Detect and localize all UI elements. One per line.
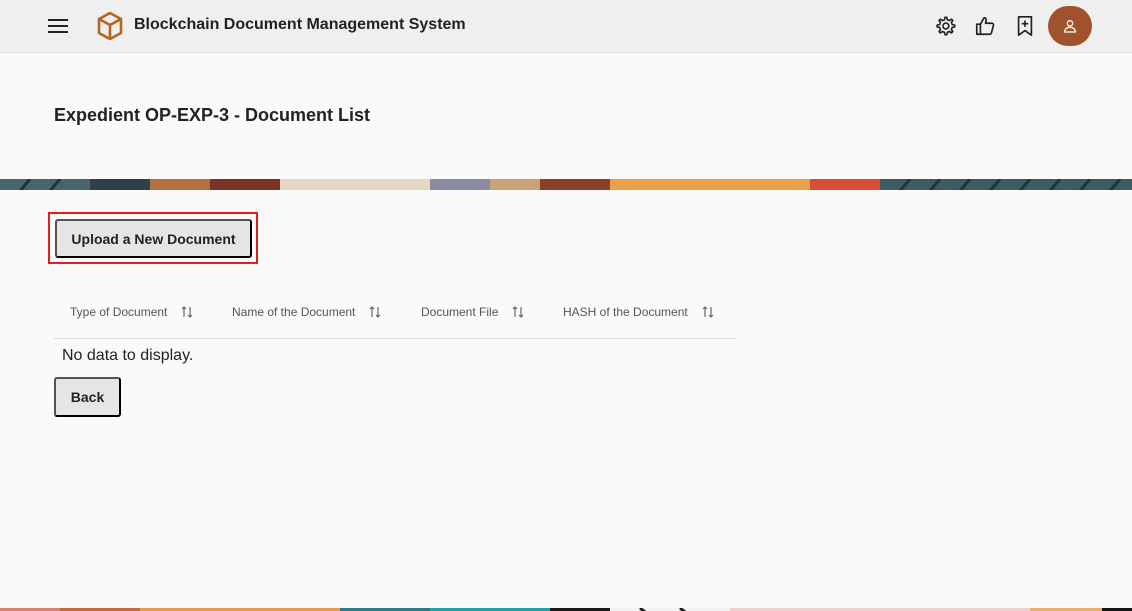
menu-icon — [48, 19, 68, 33]
column-hash-of-document[interactable]: HASH of the Document — [563, 305, 714, 319]
settings-button[interactable] — [925, 6, 965, 46]
sort-icon — [181, 305, 193, 319]
thumbs-up-icon — [975, 16, 995, 36]
column-type-of-document[interactable]: Type of Document — [70, 305, 193, 319]
menu-button[interactable] — [38, 6, 78, 46]
bookmark-add-icon — [1017, 16, 1033, 36]
like-button[interactable] — [965, 6, 1005, 46]
empty-table-message: No data to display. — [62, 347, 194, 364]
back-button[interactable]: Back — [54, 377, 121, 417]
user-avatar-button[interactable] — [1048, 6, 1092, 46]
column-label: Name of the Document — [232, 305, 356, 319]
column-label: HASH of the Document — [563, 305, 688, 319]
column-label: Type of Document — [70, 305, 168, 319]
bookmark-button[interactable] — [1005, 6, 1045, 46]
document-table-header: Type of Document Name of the Document Do… — [54, 288, 736, 339]
upload-new-document-button[interactable]: Upload a New Document — [55, 219, 252, 258]
decorative-footer-banner — [0, 603, 1132, 611]
sort-icon — [369, 305, 381, 319]
sort-icon — [702, 305, 714, 319]
column-name-of-document[interactable]: Name of the Document — [232, 305, 381, 319]
sort-icon — [512, 305, 524, 319]
cube-logo-icon — [97, 11, 123, 41]
column-document-file[interactable]: Document File — [421, 305, 524, 319]
app-title: Blockchain Document Management System — [134, 16, 466, 33]
top-app-bar: Blockchain Document Management System — [0, 0, 1132, 53]
settings-icon — [936, 16, 956, 36]
decorative-banner — [0, 178, 1132, 190]
column-label: Document File — [421, 305, 499, 319]
user-icon — [1064, 20, 1076, 33]
page-title: Expedient OP-EXP-3 - Document List — [54, 105, 371, 125]
